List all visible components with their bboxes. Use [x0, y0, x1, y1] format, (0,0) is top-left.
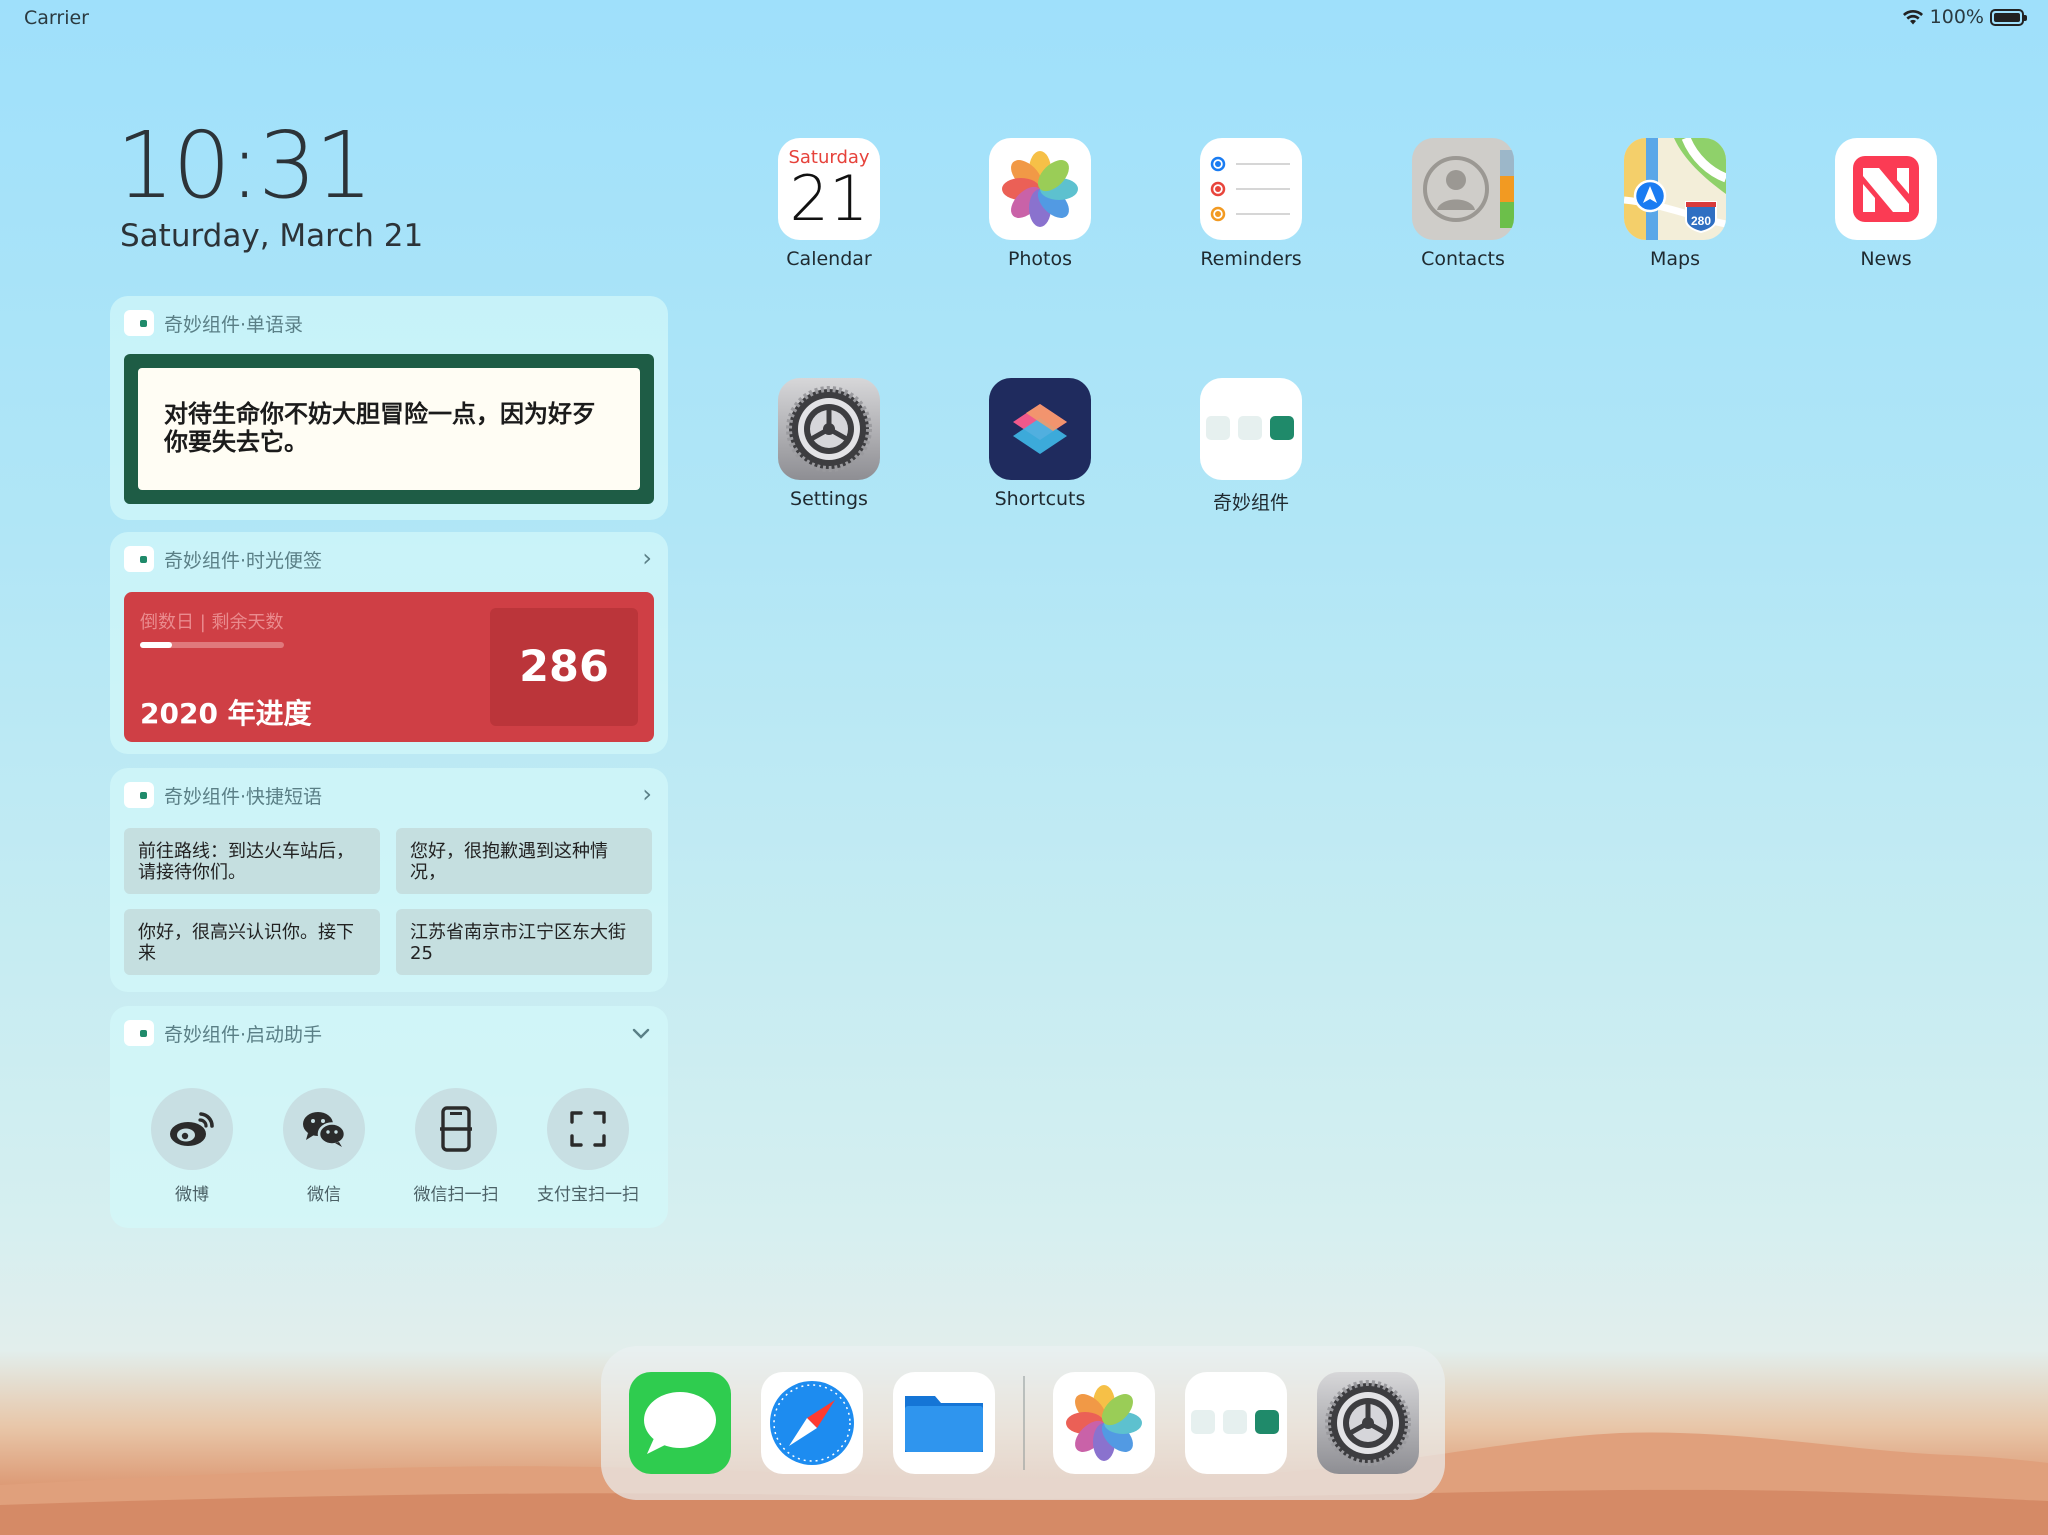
clock-time: 10:31: [116, 112, 373, 219]
widget-app-icon: [1191, 1410, 1279, 1434]
wechat-icon: [283, 1088, 365, 1170]
app-label: Settings: [790, 488, 868, 510]
widget-title: 奇妙组件·时光便签: [164, 549, 323, 572]
app-label: Reminders: [1200, 248, 1302, 270]
progress-track: [140, 642, 284, 648]
widget-app-icon: [124, 1020, 154, 1046]
app-label: Photos: [1007, 248, 1073, 270]
safari-icon: [770, 1381, 854, 1465]
launcher-label: 微博: [175, 1185, 209, 1205]
widget-app-icon: [124, 546, 154, 572]
widget-header: 奇妙组件·启动助手: [124, 1018, 322, 1048]
widget-header: 奇妙组件·快捷短语: [124, 780, 322, 810]
quote-widget[interactable]: 奇妙组件·单语录 对待生命你不妨大胆冒险一点，因为好歹你要失去它。: [110, 296, 668, 520]
app-label: Contacts: [1421, 248, 1505, 270]
quote-text: 对待生命你不妨大胆冒险一点，因为好歹你要失去它。: [138, 368, 640, 490]
chevron-right-icon[interactable]: ›: [642, 782, 652, 806]
app-label: News: [1860, 248, 1912, 270]
wifi-icon: [1902, 9, 1923, 24]
settings-icon: [1325, 1380, 1411, 1466]
carrier-label: Carrier: [24, 7, 89, 29]
days-remaining: 286: [519, 642, 609, 692]
settings-icon: [778, 378, 880, 480]
messages-icon: [644, 1392, 716, 1454]
dock-messages[interactable]: [629, 1372, 731, 1474]
app-reminders[interactable]: Reminders: [1171, 138, 1331, 270]
widget-title: 奇妙组件·启动助手: [164, 1023, 323, 1046]
launcher-alipay-scan[interactable]: 支付宝扫一扫: [526, 1088, 650, 1205]
app-contacts[interactable]: Contacts: [1383, 138, 1543, 270]
app-shortcuts[interactable]: Shortcuts: [960, 378, 1120, 510]
battery-percent: 100%: [1929, 6, 1984, 28]
scan-phone-icon: [415, 1088, 497, 1170]
app-settings[interactable]: Settings: [749, 378, 909, 510]
map-shield-badge: 280: [1691, 214, 1711, 228]
status-bar: Carrier 100%: [0, 0, 2048, 36]
countdown-label: 倒数日 | 剩余天数: [140, 612, 284, 633]
shortcuts-icon: [989, 378, 1091, 480]
calendar-icon: Saturday 21: [778, 138, 880, 240]
dock-settings[interactable]: [1317, 1372, 1419, 1474]
launcher-label: 支付宝扫一扫: [537, 1185, 639, 1205]
photos-icon: [1066, 1385, 1142, 1461]
contacts-icon: [1412, 138, 1514, 240]
widget-header: 奇妙组件·时光便签: [124, 544, 322, 574]
quote-frame[interactable]: 对待生命你不妨大胆冒险一点，因为好歹你要失去它。: [124, 354, 654, 504]
countdown-widget[interactable]: 奇妙组件·时光便签 › 倒数日 | 剩余天数 2020 年进度 286: [110, 532, 668, 754]
countdown-card[interactable]: 倒数日 | 剩余天数 2020 年进度 286: [124, 592, 654, 742]
phrase-item[interactable]: 前往路线：到达火车站后，请接待你们。: [124, 828, 380, 894]
scan-frame-icon: [547, 1088, 629, 1170]
news-icon: [1835, 138, 1937, 240]
files-icon: [905, 1396, 983, 1452]
widget-title: 奇妙组件·快捷短语: [164, 785, 323, 808]
dock-divider: [1023, 1376, 1025, 1470]
widget-app-icon: [124, 782, 154, 808]
widget-app-icon: [1200, 378, 1302, 480]
widget-title: 奇妙组件·单语录: [164, 313, 304, 336]
widget-app-icon: [124, 310, 154, 336]
dock-files[interactable]: [893, 1372, 995, 1474]
phrase-item[interactable]: 您好，很抱歉遇到这种情况，: [396, 828, 652, 894]
dock-widget-app[interactable]: [1185, 1372, 1287, 1474]
battery-icon: [1990, 8, 2027, 26]
launcher-weibo[interactable]: 微博: [130, 1088, 254, 1205]
progress-fill: [140, 642, 172, 648]
status-right: 100%: [1902, 6, 2027, 28]
widget-header: 奇妙组件·单语录: [124, 308, 303, 338]
launcher-widget[interactable]: 奇妙组件·启动助手 微博 微信 微信扫一扫 支付宝扫一扫: [110, 1006, 668, 1228]
launcher-label: 微信: [307, 1185, 341, 1205]
reminders-icon: [1200, 138, 1302, 240]
dock-safari[interactable]: [761, 1372, 863, 1474]
phrase-item[interactable]: 江苏省南京市江宁区东大街 25: [396, 909, 652, 975]
app-maps[interactable]: 280 Maps: [1595, 138, 1755, 270]
app-label: Calendar: [786, 248, 872, 270]
chevron-right-icon[interactable]: ›: [642, 546, 652, 570]
dock: [601, 1346, 1445, 1500]
launcher-wechat[interactable]: 微信: [262, 1088, 386, 1205]
chevron-down-icon[interactable]: [632, 1028, 650, 1040]
calendar-date: 21: [789, 162, 869, 235]
clock-date: Saturday, March 21: [120, 218, 424, 254]
app-news[interactable]: News: [1806, 138, 1966, 270]
days-remaining-box: 286: [490, 608, 638, 726]
launcher-label: 微信扫一扫: [413, 1185, 499, 1205]
app-calendar[interactable]: Saturday 21 Calendar: [749, 138, 909, 270]
phrases-widget[interactable]: 奇妙组件·快捷短语 › 前往路线：到达火车站后，请接待你们。 您好，很抱歉遇到这…: [110, 768, 668, 992]
app-widget-app[interactable]: 奇妙组件: [1171, 378, 1331, 515]
app-label: 奇妙组件: [1212, 492, 1289, 514]
dock-photos[interactable]: [1053, 1372, 1155, 1474]
weibo-icon: [151, 1088, 233, 1170]
phrase-item[interactable]: 你好，很高兴认识你。接下来: [124, 909, 380, 975]
countdown-title: 2020 年进度: [140, 697, 312, 730]
app-label: Shortcuts: [994, 488, 1086, 510]
photos-icon: [989, 138, 1091, 240]
app-photos[interactable]: Photos: [960, 138, 1120, 270]
launcher-wechat-scan[interactable]: 微信扫一扫: [394, 1088, 518, 1205]
app-label: Maps: [1650, 248, 1700, 270]
maps-icon: 280: [1624, 138, 1726, 240]
